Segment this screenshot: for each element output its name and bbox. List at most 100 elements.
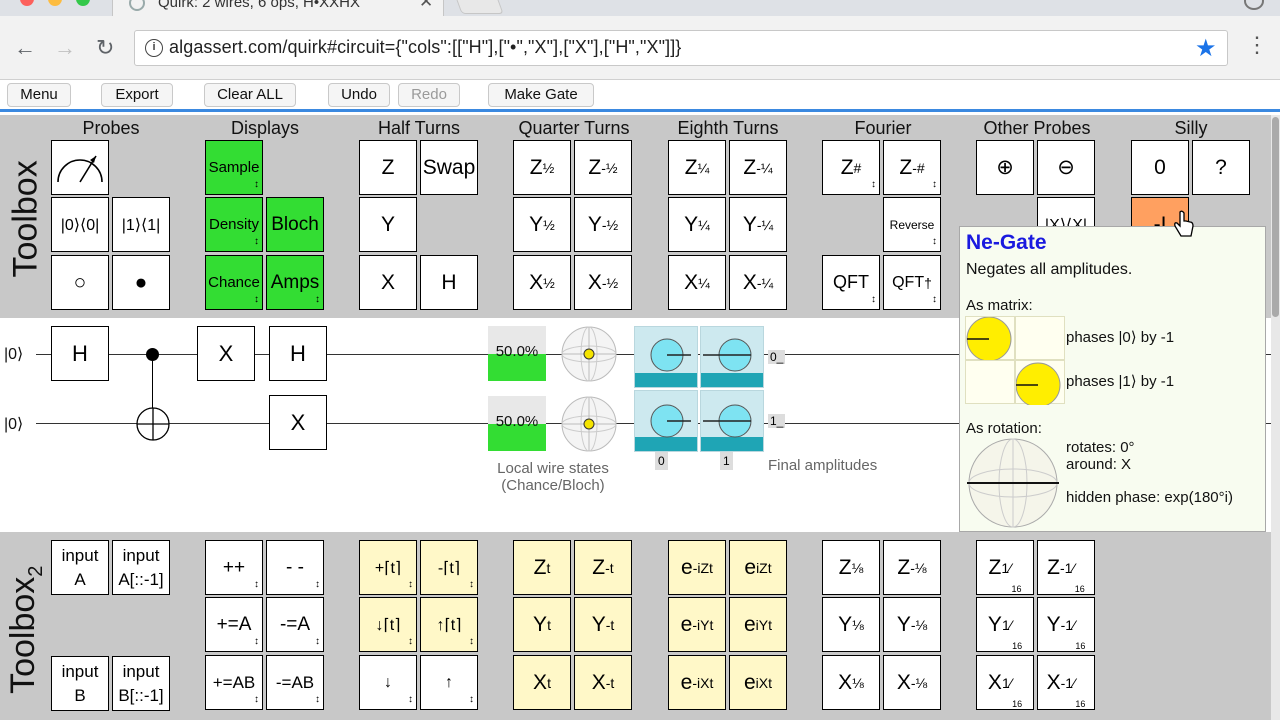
x-neg-quarter-gate[interactable]: X -¼: [729, 255, 787, 310]
cnot-target-icon[interactable]: [135, 406, 171, 442]
z-quarter-gate[interactable]: Z¼: [668, 140, 726, 195]
bloch-sphere-wire-0[interactable]: [559, 326, 619, 382]
z-neg-half-gate[interactable]: Z -½: [574, 140, 632, 195]
input-b-gate[interactable]: input B: [51, 656, 109, 711]
chance-display-gate[interactable]: Chance ↕: [205, 255, 263, 310]
exp-neg-iyt-gate[interactable]: e -iYt: [668, 597, 726, 652]
y-neg-quarter-gate[interactable]: Y -¼: [729, 197, 787, 252]
y-neg-half-gate[interactable]: Y -½: [574, 197, 632, 252]
cycle-up-gate[interactable]: ↑⌈t⌉ ↕: [420, 597, 478, 652]
amps-display-gate[interactable]: Amps ↕: [266, 255, 324, 310]
address-bar[interactable]: i algassert.com/quirk#circuit={"cols":[[…: [134, 30, 1228, 66]
menu-button[interactable]: Menu: [7, 83, 71, 107]
z-neg-sixteenth-gate[interactable]: Z -1⁄ 16: [1037, 540, 1095, 595]
input-a-reversed-gate[interactable]: input A[::-1]: [112, 540, 170, 595]
circuit-h-gate-1[interactable]: H: [51, 326, 109, 381]
forward-button[interactable]: →: [54, 36, 76, 60]
amplitude-cell-01[interactable]: [700, 326, 764, 388]
control-gate[interactable]: ●: [112, 255, 170, 310]
amplitude-cell-11[interactable]: [700, 390, 764, 452]
cycle-down-gate[interactable]: ↓⌈t⌉ ↕: [359, 597, 417, 652]
sub-ab-gate[interactable]: -=AB ↕: [266, 655, 324, 710]
z-eighth-gate[interactable]: Z⅛: [822, 540, 880, 595]
x-neg-sixteenth-gate[interactable]: X -1⁄ 16: [1037, 655, 1095, 710]
sub-a-gate[interactable]: -=A ↕: [266, 597, 324, 652]
y-pow-neg-t-gate[interactable]: Y -t: [574, 597, 632, 652]
x-half-gate[interactable]: X½: [513, 255, 571, 310]
new-tab-button[interactable]: [454, 0, 504, 14]
reload-button[interactable]: ↻: [96, 36, 114, 60]
increment-gate[interactable]: ++ ↕: [205, 540, 263, 595]
y-half-gate[interactable]: Y½: [513, 197, 571, 252]
h-gate[interactable]: H: [420, 255, 478, 310]
projector-1-gate[interactable]: |1⟩⟨1|: [112, 197, 170, 252]
reverse-gate[interactable]: Reverse ↕: [883, 197, 941, 252]
redo-button[interactable]: Redo: [398, 83, 460, 107]
cycle-minus-gate[interactable]: -⌈t⌉ ↕: [420, 540, 478, 595]
y-neg-sixteenth-gate[interactable]: Y -1⁄ 16: [1037, 597, 1095, 652]
close-window-button[interactable]: [20, 0, 34, 6]
x-gate[interactable]: X: [359, 255, 417, 310]
y-eighth-gate[interactable]: Y⅛: [822, 597, 880, 652]
y-sixteenth-gate[interactable]: Y 1⁄ 16: [976, 597, 1034, 652]
z-sixteenth-gate[interactable]: Z 1⁄ 16: [976, 540, 1034, 595]
y-pow-t-gate[interactable]: Yt: [513, 597, 571, 652]
close-tab-icon[interactable]: ✕: [419, 0, 433, 12]
amplitude-cell-00[interactable]: [634, 326, 698, 388]
bloch-display-gate[interactable]: Bloch: [266, 197, 324, 252]
browser-menu-icon[interactable]: ⋮: [1246, 34, 1268, 56]
control-dot[interactable]: [146, 348, 159, 361]
x-neg-eighth-gate[interactable]: X -⅛: [883, 655, 941, 710]
back-button[interactable]: ←: [14, 36, 36, 60]
x-pow-t-gate[interactable]: Xt: [513, 655, 571, 710]
exp-izt-gate[interactable]: e iZt: [729, 540, 787, 595]
x-eighth-gate[interactable]: X⅛: [822, 655, 880, 710]
measurement-gate[interactable]: [51, 140, 109, 195]
z-pow-neg-t-gate[interactable]: Z -t: [574, 540, 632, 595]
circuit-x-gate-2[interactable]: X: [269, 395, 327, 450]
phase-gradient-gate[interactable]: Z # ↕: [822, 140, 880, 195]
info-icon[interactable]: i: [145, 39, 163, 57]
input-a-gate[interactable]: input A: [51, 540, 109, 595]
exp-ixt-gate[interactable]: e iXt: [729, 655, 787, 710]
z-neg-eighth-gate[interactable]: Z -⅛: [883, 540, 941, 595]
browser-tab[interactable]: Quirk: 2 wires, 6 ops, H•XXHX ✕: [112, 0, 444, 16]
shift-up-gate[interactable]: ↑ ↕: [420, 655, 478, 710]
universal-not-gate[interactable]: ?: [1192, 140, 1250, 195]
chance-display-wire-1[interactable]: 50.0%: [488, 396, 546, 451]
circuit-x-gate-1[interactable]: X: [197, 326, 255, 381]
circuit-h-gate-2[interactable]: H: [269, 326, 327, 381]
z-half-gate[interactable]: Z½: [513, 140, 571, 195]
y-neg-eighth-gate[interactable]: Y -⅛: [883, 597, 941, 652]
exp-neg-izt-gate[interactable]: e -iZt: [668, 540, 726, 595]
x-control-gate[interactable]: ⊕: [976, 140, 1034, 195]
amplitude-cell-10[interactable]: [634, 390, 698, 452]
input-b-reversed-gate[interactable]: input B[::-1]: [112, 656, 170, 711]
y-gate[interactable]: Y: [359, 197, 417, 252]
density-display-gate[interactable]: Density ↕: [205, 197, 263, 252]
y-quarter-gate[interactable]: Y¼: [668, 197, 726, 252]
x-anti-control-gate[interactable]: ⊖: [1037, 140, 1095, 195]
cycle-plus-gate[interactable]: +⌈t⌉ ↕: [359, 540, 417, 595]
qft-dagger-gate[interactable]: QFT † ↕: [883, 255, 941, 310]
wire-0-input-label[interactable]: |0⟩: [4, 344, 23, 364]
chance-display-wire-0[interactable]: 50.0%: [488, 326, 546, 381]
swap-gate[interactable]: Swap: [420, 140, 478, 195]
undo-button[interactable]: Undo: [328, 83, 390, 107]
add-ab-gate[interactable]: +=AB ↕: [205, 655, 263, 710]
qft-gate[interactable]: QFT ↕: [822, 255, 880, 310]
anti-control-gate[interactable]: ○: [51, 255, 109, 310]
scrollbar-thumb[interactable]: [1272, 117, 1279, 317]
bookmark-star-icon[interactable]: ★: [1195, 34, 1217, 63]
make-gate-button[interactable]: Make Gate: [488, 83, 594, 107]
exp-iyt-gate[interactable]: e iYt: [729, 597, 787, 652]
export-button[interactable]: Export: [101, 83, 173, 107]
bloch-sphere-wire-1[interactable]: [559, 396, 619, 452]
x-sixteenth-gate[interactable]: X 1⁄ 16: [976, 655, 1034, 710]
neg-phase-gradient-gate[interactable]: Z -# ↕: [883, 140, 941, 195]
minimize-window-button[interactable]: [48, 0, 62, 6]
maximize-window-button[interactable]: [76, 0, 90, 6]
wire-1-input-label[interactable]: |0⟩: [4, 414, 23, 434]
z-gate[interactable]: Z: [359, 140, 417, 195]
x-neg-half-gate[interactable]: X -½: [574, 255, 632, 310]
